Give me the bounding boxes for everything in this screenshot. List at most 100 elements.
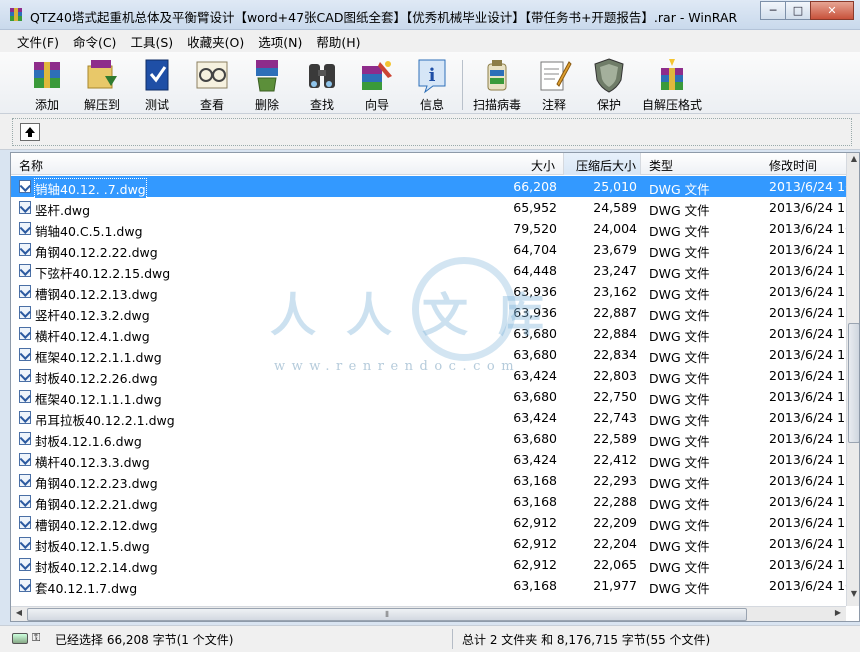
file-row[interactable]: 吊耳拉板40.12.2.1.dwg 63,424 22,743 DWG 文件 2013/… (11, 407, 853, 428)
vertical-scroll-thumb[interactable] (848, 323, 859, 443)
file-packed-size: 23,679 (593, 242, 637, 257)
menu-file[interactable]: 文件(F) (10, 32, 66, 51)
address-frame (12, 118, 852, 146)
add-button[interactable]: 添加 (20, 56, 74, 113)
file-modified: 2013/6/24 15 (769, 284, 853, 299)
dwg-file-icon (19, 201, 31, 214)
menu-commands[interactable]: 命令(C) (66, 32, 123, 51)
file-row[interactable]: 角钢40.12.2.22.dwg 64,704 23,679 DWG 文件 2013/6… (11, 239, 853, 260)
address-bar (0, 114, 860, 150)
column-size-header[interactable]: 大小 (531, 157, 555, 174)
menu-options[interactable]: 选项(N) (251, 32, 309, 51)
file-row[interactable]: 横杆40.12.3.3.dwg 63,424 22,412 DWG 文件 2013/6/… (11, 449, 853, 470)
file-name: 竖杆.dwg (35, 203, 91, 218)
file-packed-size: 22,412 (593, 452, 637, 467)
file-row[interactable]: 横杆40.12.4.1.dwg 63,680 22,884 DWG 文件 2013/6/… (11, 323, 853, 344)
info-button[interactable]: i 信息 (405, 56, 459, 113)
file-packed-size: 22,589 (593, 431, 637, 446)
file-packed-size: 21,977 (593, 578, 637, 593)
file-size: 63,680 (513, 347, 557, 362)
file-row[interactable]: 槽钢40.12.2.13.dwg 63,936 23,162 DWG 文件 2013/6… (11, 281, 853, 302)
view-button[interactable]: 查看 (185, 56, 239, 113)
comment-button[interactable]: 注释 (527, 56, 581, 113)
horizontal-scroll-thumb[interactable]: ⦀ (27, 608, 747, 621)
file-size: 64,448 (513, 263, 557, 278)
menu-tools[interactable]: 工具(S) (123, 32, 180, 51)
file-row[interactable]: 竖杆.dwg 65,952 24,589 DWG 文件 2013/6/24 15 (11, 197, 853, 218)
file-modified: 2013/6/24 15 (769, 326, 853, 341)
scroll-left-arrow[interactable]: ◀ (12, 608, 26, 621)
file-packed-size: 25,010 (593, 179, 637, 194)
file-name: 横杆40.12.4.1.dwg (35, 329, 150, 344)
title-bar: QTZ40塔式起重机总体及平衡臂设计【word+47张CAD图纸全套】【优秀机械… (0, 0, 860, 30)
file-size: 63,680 (513, 389, 557, 404)
maximize-button[interactable]: □ (785, 1, 811, 20)
file-packed-size: 22,204 (593, 536, 637, 551)
file-row[interactable]: 封板40.12.1.5.dwg 62,912 22,204 DWG 文件 2013/6/… (11, 533, 853, 554)
file-row[interactable]: 封板40.12.2.14.dwg 62,912 22,065 DWG 文件 2013/6… (11, 554, 853, 575)
file-row[interactable]: 销轴40.C.5.1.dwg 79,520 24,004 DWG 文件 2013/6/2… (11, 218, 853, 239)
file-size: 63,424 (513, 452, 557, 467)
file-type: DWG 文件 (649, 497, 710, 512)
file-row[interactable]: 角钢40.12.2.23.dwg 63,168 22,293 DWG 文件 2013/6… (11, 470, 853, 491)
column-name-header[interactable]: 名称 (19, 157, 43, 174)
dwg-file-icon (19, 390, 31, 403)
delete-button[interactable]: 删除 (240, 56, 294, 113)
file-type: DWG 文件 (649, 455, 710, 470)
file-row[interactable]: 角钢40.12.2.21.dwg 63,168 22,288 DWG 文件 2013/6… (11, 491, 853, 512)
file-type: DWG 文件 (649, 392, 710, 407)
file-name: 横杆40.12.3.3.dwg (35, 455, 150, 470)
file-row[interactable]: 封板4.12.1.6.dwg 63,680 22,589 DWG 文件 2013/6/2… (11, 428, 853, 449)
scan-virus-button[interactable]: 扫描病毒 (470, 56, 524, 113)
file-packed-size: 24,589 (593, 200, 637, 215)
file-size: 63,168 (513, 473, 557, 488)
protect-button[interactable]: 保护 (582, 56, 636, 113)
file-name: 竖杆40.12.3.2.dwg (35, 308, 150, 323)
file-row[interactable]: 框架40.12.1.1.1.dwg 63,680 22,750 DWG 文件 2013/… (11, 386, 853, 407)
file-type: DWG 文件 (649, 182, 710, 197)
find-button[interactable]: 查找 (295, 56, 349, 113)
file-row[interactable]: 槽钢40.12.2.12.dwg 62,912 22,209 DWG 文件 2013/6… (11, 512, 853, 533)
horizontal-scrollbar[interactable]: ◀ ⦀ ▶ (11, 606, 846, 621)
menu-help[interactable]: 帮助(H) (309, 32, 367, 51)
menu-favorites[interactable]: 收藏夹(O) (180, 32, 251, 51)
key-icon: ⚿ (32, 631, 41, 644)
file-name: 封板4.12.1.6.dwg (35, 434, 142, 449)
scroll-up-arrow[interactable]: ▲ (847, 154, 859, 170)
file-row[interactable]: 竖杆40.12.3.2.dwg 63,936 22,887 DWG 文件 2013/6/… (11, 302, 853, 323)
file-row[interactable]: 封板40.12.2.26.dwg 63,424 22,803 DWG 文件 2013/6… (11, 365, 853, 386)
file-row[interactable]: 下弦杆40.12.2.15.dwg 64,448 23,247 DWG 文件 2013/… (11, 260, 853, 281)
extract-to-button[interactable]: 解压到 (75, 56, 129, 113)
file-row[interactable]: 套40.12.1.7.dwg 63,168 21,977 DWG 文件 2013/6/2… (11, 575, 853, 596)
file-name: 封板40.12.1.5.dwg (35, 539, 150, 554)
column-modified-header[interactable]: 修改时间 (769, 157, 817, 174)
file-modified: 2013/6/24 16 (769, 179, 853, 194)
dwg-file-icon (19, 432, 31, 445)
file-modified: 2013/6/24 16 (769, 263, 853, 278)
file-row[interactable]: 框架40.12.2.1.1.dwg 63,680 22,834 DWG 文件 2013/… (11, 344, 853, 365)
status-divider (452, 629, 453, 649)
dwg-file-icon (19, 306, 31, 319)
up-folder-button[interactable] (20, 123, 40, 141)
close-button[interactable]: ✕ (810, 1, 854, 20)
comment-icon (540, 61, 572, 91)
column-packed-header[interactable]: 压缩后大小 (563, 153, 641, 175)
file-type: DWG 文件 (649, 308, 710, 323)
minimize-button[interactable]: ─ (760, 1, 786, 20)
scroll-right-arrow[interactable]: ▶ (831, 608, 845, 621)
file-modified: 2013/6/24 15 (769, 305, 853, 320)
toolbar-separator (462, 60, 463, 110)
dwg-file-icon (19, 285, 31, 298)
test-button[interactable]: 测试 (130, 56, 184, 113)
file-modified: 2013/6/24 15 (769, 536, 853, 551)
vertical-scrollbar[interactable]: ▲ ▼ (846, 153, 859, 606)
wizard-button[interactable]: 向导 (350, 56, 404, 113)
file-name: 槽钢40.12.2.13.dwg (35, 287, 158, 302)
sfx-button[interactable]: 自解压格式 (640, 56, 704, 113)
file-name: 套40.12.1.7.dwg (35, 581, 138, 596)
column-type-header[interactable]: 类型 (649, 157, 673, 174)
drive-icon (12, 633, 28, 644)
file-row[interactable]: 销轴40.12. .7.dwg 66,208 25,010 DWG 文件 2013/6/… (11, 176, 853, 199)
file-type: DWG 文件 (649, 329, 710, 344)
scroll-down-arrow[interactable]: ▼ (847, 589, 859, 605)
